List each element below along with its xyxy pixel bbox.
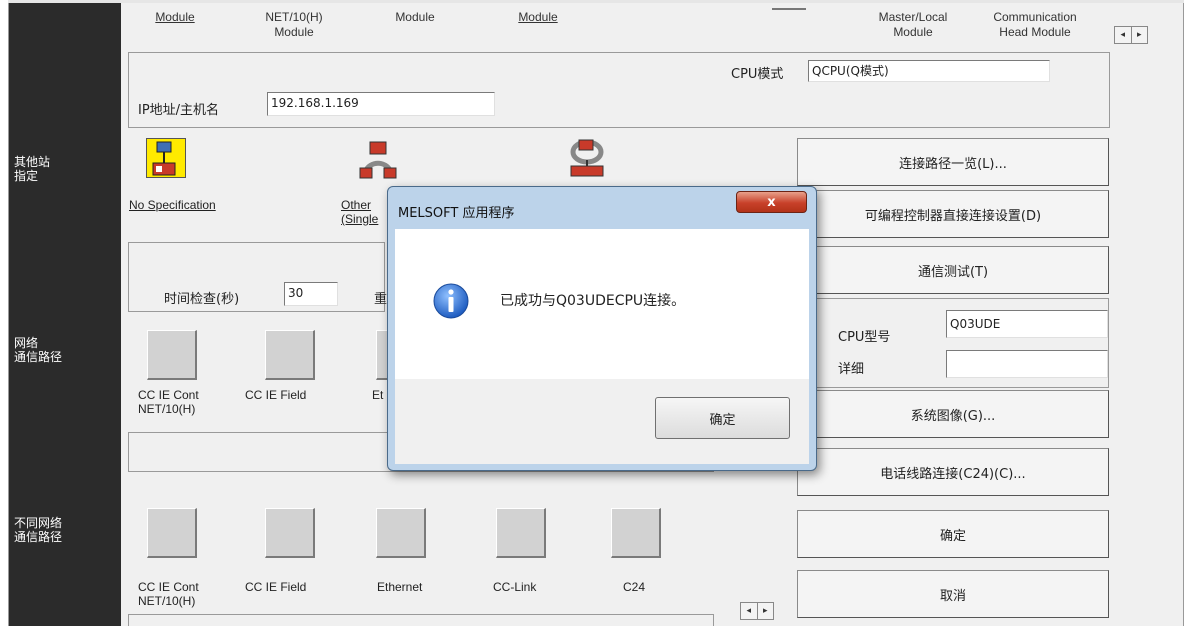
phone-line-connection-button[interactable]: 电话线路连接(C24)(C)... <box>797 448 1109 496</box>
system-image-button[interactable]: 系统图像(G)... <box>797 390 1109 438</box>
net10-line2: Module <box>274 25 314 39</box>
diff-item-3-label: Ethernet <box>377 580 423 594</box>
diff-item-5-label: C24 <box>623 580 646 594</box>
network-item-3-label: Et <box>372 388 384 402</box>
diff-network-panel <box>128 614 714 626</box>
net10-module-label[interactable]: NET/10(H) Module <box>248 10 340 40</box>
top-strip <box>8 0 1184 3</box>
cpu-mode-field[interactable]: QCPU(Q模式) <box>808 60 1050 82</box>
network-route-line2: 通信路径 <box>14 350 63 364</box>
cpu-mode-label: CPU模式 <box>731 67 784 82</box>
cancel-button[interactable]: 取消 <box>797 570 1109 618</box>
diff-cc-ie-control-icon[interactable] <box>147 508 197 558</box>
other-station-coexist-icon[interactable] <box>567 138 607 178</box>
other-station-link[interactable]: Other (Single <box>341 198 378 226</box>
time-check-input[interactable]: 30 <box>284 282 338 306</box>
diff-network-line1: 不同网络 <box>14 516 63 530</box>
bottom-scroll-arrows[interactable]: ◂ ▸ <box>740 602 774 620</box>
dialog-title: MELSOFT 应用程序 <box>398 206 515 221</box>
dialog-close-button[interactable]: x <box>736 191 807 213</box>
diff-item-2-label: CC IE Field <box>245 580 307 594</box>
other-station-link-line2: (Single <box>341 212 379 226</box>
info-icon <box>432 282 470 320</box>
top-scroll-arrows[interactable]: ◂ ▸ <box>1114 26 1148 44</box>
time-check-label: 时间检查(秒) <box>164 292 240 307</box>
comm-head-line2: Head Module <box>999 25 1071 39</box>
detail-label: 详细 <box>838 362 865 377</box>
comm-head-line1: Communication <box>993 10 1077 24</box>
other-station-line1: 其他站 <box>14 155 51 169</box>
network-item-1-line2: NET/10(H) <box>138 402 196 416</box>
module-label-3[interactable]: Module <box>385 10 445 25</box>
master-local-line2: Module <box>893 25 933 39</box>
diff-network-route-label: 不同网络 通信路径 <box>14 516 62 544</box>
other-station-link-line1: Other <box>341 198 372 212</box>
cc-ie-field-route-icon[interactable] <box>265 330 315 380</box>
module-link-1[interactable]: Module <box>145 10 205 25</box>
diff-network-line2: 通信路径 <box>14 530 63 544</box>
network-route-line1: 网络 <box>14 336 39 350</box>
communication-test-button[interactable]: 通信测试(T) <box>797 246 1109 294</box>
network-item-2-label: CC IE Field <box>245 388 307 402</box>
cpu-model-field: Q03UDE <box>946 310 1108 338</box>
diff-item-1-label: CC IE Cont NET/10(H) <box>138 580 199 608</box>
detail-field <box>946 350 1108 378</box>
diff-item-1-line2: NET/10(H) <box>138 594 196 608</box>
other-station-single-icon[interactable] <box>358 140 398 180</box>
other-station-label: 其他站 指定 <box>14 155 50 183</box>
no-specification-icon[interactable] <box>146 138 186 178</box>
network-item-1-label: CC IE Cont NET/10(H) <box>138 388 199 416</box>
dialog-message: 已成功与Q03UDECPU连接。 <box>500 293 686 309</box>
bottom-scroll-left-icon[interactable]: ◂ <box>741 603 757 619</box>
diff-cc-link-icon[interactable] <box>496 508 546 558</box>
other-station-line2: 指定 <box>14 169 39 183</box>
diff-cc-ie-field-icon[interactable] <box>265 508 315 558</box>
top-separator <box>772 8 806 10</box>
module-link-4[interactable]: Module <box>508 10 568 25</box>
dialog-ok-button[interactable]: 确定 <box>655 397 790 439</box>
comm-head-module-label[interactable]: Communication Head Module <box>972 10 1098 40</box>
net10-line1: NET/10(H) <box>265 10 323 24</box>
retry-label-partial: 重 <box>374 292 388 307</box>
cc-ie-control-route-icon[interactable] <box>147 330 197 380</box>
master-local-line1: Master/Local <box>878 10 948 24</box>
master-local-module-label[interactable]: Master/Local Module <box>858 10 968 40</box>
cpu-model-label: CPU型号 <box>838 330 891 345</box>
bottom-scroll-right-icon[interactable]: ▸ <box>756 603 774 619</box>
ip-address-input[interactable]: 192.168.1.169 <box>267 92 495 116</box>
diff-item-1-line1: CC IE Cont <box>138 580 199 594</box>
route-list-button[interactable]: 连接路径一览(L)... <box>797 138 1109 186</box>
no-specification-link[interactable]: No Specification <box>129 198 216 212</box>
scroll-left-icon[interactable]: ◂ <box>1115 27 1131 43</box>
network-route-label: 网络 通信路径 <box>14 336 62 364</box>
scroll-right-icon[interactable]: ▸ <box>1130 27 1148 43</box>
ip-label: IP地址/主机名 <box>138 103 220 118</box>
direct-connection-setting-button[interactable]: 可编程控制器直接连接设置(D) <box>797 190 1109 238</box>
ok-button[interactable]: 确定 <box>797 510 1109 558</box>
diff-item-4-label: CC-Link <box>493 580 537 594</box>
diff-c24-icon[interactable] <box>611 508 661 558</box>
diff-ethernet-icon[interactable] <box>376 508 426 558</box>
network-item-1-line1: CC IE Cont <box>138 388 199 402</box>
